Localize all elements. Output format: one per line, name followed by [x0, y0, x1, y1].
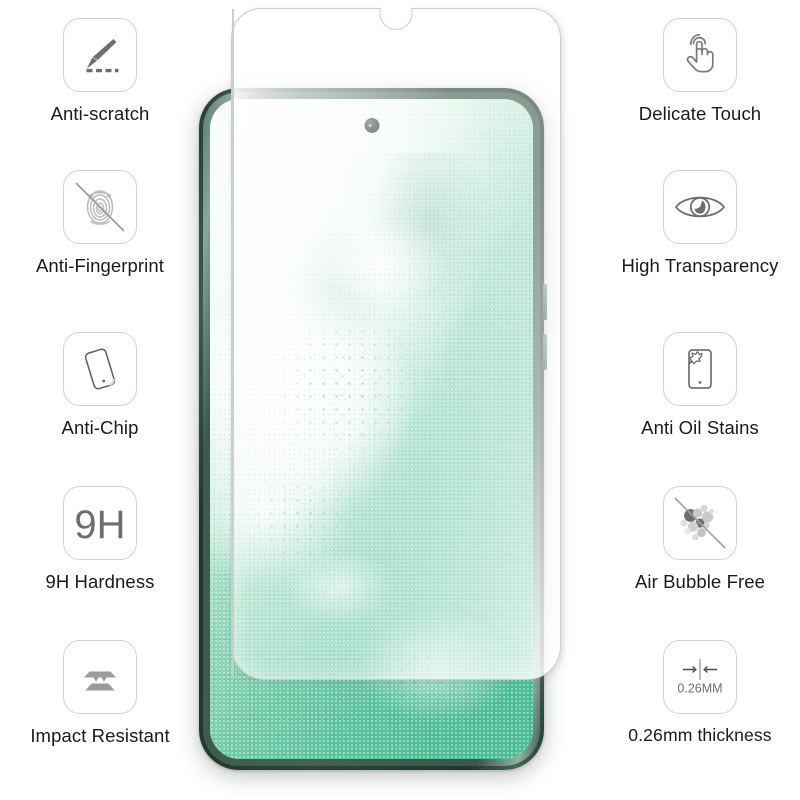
feature-thickness[interactable]: 0.26MM 0.26mm thickness: [600, 640, 800, 745]
impact-layers-icon: [63, 640, 137, 714]
feature-label: Anti-Fingerprint: [35, 255, 165, 276]
hardness-9h-text: 9H: [74, 503, 125, 547]
feature-label: Air Bubble Free: [634, 571, 766, 592]
fingerprint-slash-icon: [63, 170, 137, 244]
eye-icon: [663, 170, 737, 244]
feature-label: Anti-scratch: [50, 103, 150, 124]
feature-anti-scratch[interactable]: Anti-scratch: [0, 18, 200, 124]
tilted-phone-icon: [63, 332, 137, 406]
feature-9h-hardness[interactable]: 9H 9H Hardness: [0, 486, 200, 592]
phone-oil-stain-icon: [663, 332, 737, 406]
feature-label: 0.26mm thickness: [628, 725, 772, 745]
bubbles-slash-icon: [663, 486, 737, 560]
infographic-canvas: Anti-scratch Anti-Fingerprint Anti-Chip …: [0, 0, 800, 800]
phone-with-screen-protector: [186, 0, 616, 800]
feature-label: Anti-Chip: [61, 417, 139, 438]
feature-anti-chip[interactable]: Anti-Chip: [0, 332, 200, 438]
feature-label: Impact Resistant: [30, 725, 170, 746]
glass-camera-cutout: [378, 4, 414, 30]
knife-scratch-icon: [63, 18, 137, 92]
feature-label: Anti Oil Stains: [641, 417, 759, 438]
feature-label: Delicate Touch: [638, 103, 762, 124]
feature-column-right: Delicate Touch High Transparency Anti Oi…: [600, 0, 800, 800]
feature-column-left: Anti-scratch Anti-Fingerprint Anti-Chip …: [0, 0, 200, 800]
feature-air-bubble-free[interactable]: Air Bubble Free: [600, 486, 800, 592]
glass-left-edge: [232, 9, 234, 679]
glass-reflection: [232, 9, 560, 679]
feature-label: High Transparency: [621, 255, 779, 276]
thickness-value-text: 0.26MM: [677, 682, 722, 696]
feature-impact-resistant[interactable]: Impact Resistant: [0, 640, 200, 746]
touch-hand-icon: [663, 18, 737, 92]
feature-delicate-touch[interactable]: Delicate Touch: [600, 18, 800, 124]
tempered-glass-protector: [231, 4, 561, 680]
feature-label: 9H Hardness: [45, 571, 155, 592]
feature-anti-oil-stains[interactable]: Anti Oil Stains: [600, 332, 800, 438]
thickness-arrows-icon: 0.26MM: [663, 640, 737, 714]
hardness-9h-icon: 9H: [63, 486, 137, 560]
feature-anti-fingerprint[interactable]: Anti-Fingerprint: [0, 170, 200, 276]
feature-high-transparency[interactable]: High Transparency: [600, 170, 800, 276]
